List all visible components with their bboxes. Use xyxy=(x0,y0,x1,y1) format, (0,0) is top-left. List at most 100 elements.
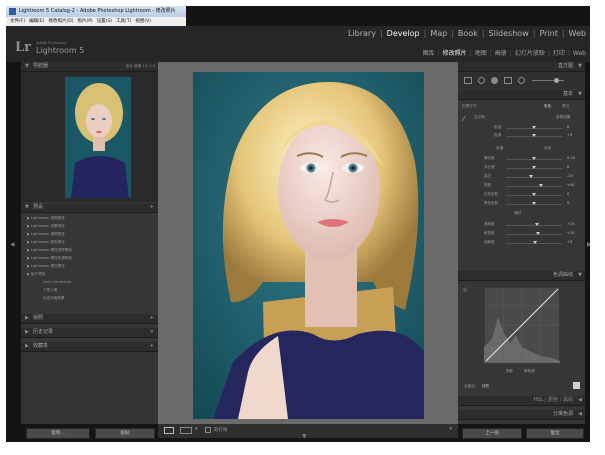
auto-tone-button[interactable]: 自动 xyxy=(544,146,551,151)
preset-folder[interactable]: ▶ Lightroom 黑白预设 xyxy=(27,264,65,269)
slider-handle[interactable] xyxy=(528,175,533,178)
graduated-filter-icon[interactable] xyxy=(504,77,512,84)
adjust-slider[interactable] xyxy=(506,225,562,226)
module-en-6[interactable]: Web xyxy=(569,29,586,38)
tone-curve-header[interactable]: 色调曲线 ▼ xyxy=(458,271,585,281)
module-en-1[interactable]: Develop xyxy=(387,29,420,38)
module-en-3[interactable]: Book xyxy=(458,29,478,38)
preset-folder[interactable]: ▶ 用户预设 xyxy=(27,272,45,277)
radial-filter-icon[interactable] xyxy=(518,77,525,84)
module-cn-1[interactable]: 修改照片 xyxy=(443,50,467,57)
temp-handle[interactable] xyxy=(532,126,536,129)
module-en-0[interactable]: Library xyxy=(348,29,376,38)
paste-button[interactable]: 粘贴 xyxy=(95,428,155,439)
crop-icon[interactable] xyxy=(464,77,472,84)
redeye-icon[interactable] xyxy=(491,77,498,84)
hsl-header[interactable]: HSL / 颜色 / 黑白 ◀ xyxy=(458,396,585,406)
wb-value[interactable]: 原照设置 xyxy=(556,115,570,120)
module-cn-4[interactable]: 幻灯片放映 xyxy=(515,50,545,57)
zoom-fill[interactable]: 填满 xyxy=(134,64,141,68)
slider-value[interactable]: 0 xyxy=(567,192,569,196)
bw-tab[interactable]: 黑白 xyxy=(563,397,573,403)
zoom-1-1[interactable]: 1:1 xyxy=(142,64,148,68)
slider-handle[interactable] xyxy=(532,193,536,196)
point-curve-value[interactable]: 线性 xyxy=(482,384,489,389)
before-after-icon[interactable] xyxy=(180,427,192,434)
copy-button[interactable]: 复制... xyxy=(26,428,90,439)
add-collection-icon[interactable]: + xyxy=(150,342,154,351)
slider-value[interactable]: 0 xyxy=(567,201,569,205)
preset-folder[interactable]: ▶ Lightroom 常规预设 xyxy=(27,216,65,221)
treatment-color[interactable]: 彩色 xyxy=(544,104,551,109)
zoom-options[interactable]: 适合 填满 1:1 1:4 xyxy=(126,62,155,71)
toolbar-menu-icon[interactable]: ▾ xyxy=(449,426,452,432)
loupe-view-icon[interactable] xyxy=(164,427,174,434)
slider-value[interactable]: +40 xyxy=(567,183,575,187)
brush-size-slider[interactable] xyxy=(532,80,564,81)
left-panel-toggle-icon[interactable]: ◀ xyxy=(10,241,15,248)
slider-handle[interactable] xyxy=(538,184,543,187)
zoom-1-4[interactable]: 1:4 xyxy=(149,64,155,68)
brush-size-handle[interactable] xyxy=(554,78,559,83)
slider-value[interactable]: 0.00 xyxy=(567,156,575,160)
user-preset-item[interactable]: Lens Correction xyxy=(43,280,71,284)
slider-value[interactable]: +15 xyxy=(567,222,575,226)
menu-item[interactable]: 修改照片(D) xyxy=(48,19,73,24)
histogram-header[interactable]: 直方图 ▼ xyxy=(458,62,585,72)
basic-header[interactable]: 基本 ▼ xyxy=(458,90,585,100)
adjust-slider[interactable] xyxy=(506,186,562,187)
navigator-preview[interactable] xyxy=(21,72,158,202)
split-toning-header[interactable]: 分离色调 ◀ xyxy=(458,410,585,420)
temp-value[interactable]: 0 xyxy=(567,125,569,129)
spot-removal-icon[interactable] xyxy=(478,77,485,84)
preset-folder[interactable]: ▶ Lightroom 视频预设 xyxy=(27,232,65,237)
module-en-2[interactable]: Map xyxy=(430,29,447,38)
presets-header[interactable]: ▼ 预设 + xyxy=(21,203,158,213)
preset-folder[interactable]: ▶ Lightroom 颜色预设 xyxy=(27,240,65,245)
adjust-slider[interactable] xyxy=(506,234,562,235)
slider-value[interactable]: +5 xyxy=(567,240,572,244)
preset-folder[interactable]: ▶ Lightroom 黑白滤镜预设 xyxy=(27,248,72,253)
navigator-header[interactable]: ▼ 导航器 适合 填满 1:1 1:4 xyxy=(21,62,158,72)
user-preset-item[interactable]: 杂志封面效果 xyxy=(43,296,65,301)
softproof-checkbox[interactable] xyxy=(205,427,211,433)
edit-point-curve-icon[interactable] xyxy=(573,382,580,389)
snapshots-header[interactable]: ▶ 快照 + xyxy=(21,314,158,324)
color-tab[interactable]: 颜色 xyxy=(548,397,558,403)
menu-item[interactable]: 视图(V) xyxy=(135,19,151,24)
menu-item[interactable]: 工具(T) xyxy=(116,19,131,24)
module-en-4[interactable]: Slideshow xyxy=(489,29,529,38)
image-area[interactable] xyxy=(158,62,458,424)
slider-handle[interactable] xyxy=(536,232,541,235)
module-cn-6[interactable]: Web xyxy=(573,50,586,57)
slider-value[interactable]: +20 xyxy=(567,231,575,235)
hsl-tab[interactable]: HSL xyxy=(533,397,543,403)
tint-value[interactable]: +0 xyxy=(567,133,572,137)
wb-eyedropper-icon[interactable]: ⁄ xyxy=(463,115,464,123)
slider-handle[interactable] xyxy=(533,241,538,244)
right-panel-toggle-icon[interactable]: ▶ xyxy=(587,241,590,248)
slider-handle[interactable] xyxy=(532,202,536,205)
menu-item[interactable]: 设置(S) xyxy=(97,19,112,24)
filmstrip-toggle-icon[interactable]: ▼ xyxy=(302,433,307,440)
module-cn-3[interactable]: 画册 xyxy=(495,50,507,57)
dropdown-chevron-icon[interactable]: ▾ xyxy=(195,426,198,432)
add-snapshot-icon[interactable]: + xyxy=(150,314,154,323)
preset-folder[interactable]: ▶ Lightroom 黑白色调预设 xyxy=(27,256,72,261)
slider-handle[interactable] xyxy=(532,166,536,169)
treatment-bw[interactable]: 黑白 xyxy=(562,104,569,109)
clear-history-icon[interactable]: × xyxy=(150,328,154,337)
history-header[interactable]: ▶ 历史记录 × xyxy=(21,328,158,338)
slider-handle[interactable] xyxy=(535,223,540,226)
adjust-slider[interactable] xyxy=(506,177,562,178)
user-preset-item[interactable]: 个性人像 xyxy=(43,288,57,293)
target-adjust-icon[interactable]: ◎ xyxy=(463,287,467,293)
module-cn-0[interactable]: 图库 xyxy=(423,50,435,57)
module-en-5[interactable]: Print xyxy=(539,29,557,38)
menu-item[interactable]: 编辑(E) xyxy=(29,19,44,24)
reset-button[interactable]: 复位 xyxy=(526,428,584,439)
menu-item[interactable]: 文件(F) xyxy=(10,19,25,24)
menu-item[interactable]: 照片(P) xyxy=(77,19,92,24)
slider-value[interactable]: -20 xyxy=(567,174,573,178)
module-cn-5[interactable]: 打印 xyxy=(553,50,565,57)
